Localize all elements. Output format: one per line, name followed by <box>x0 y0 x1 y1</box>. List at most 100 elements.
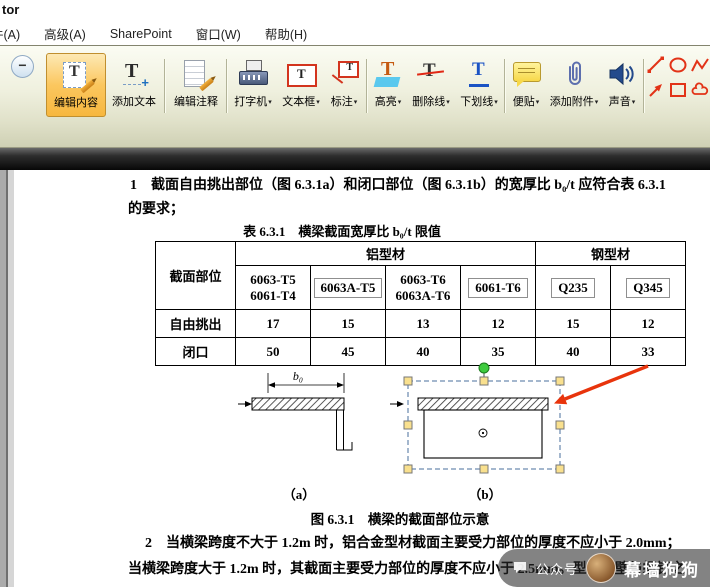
watermark-prefix: 公众号 <box>536 559 578 578</box>
table-cell[interactable]: 17 <box>236 310 311 338</box>
dropdown-arrow-icon: ▾ <box>268 99 272 106</box>
speaker-icon <box>607 61 637 87</box>
dropdown-arrow-icon: ▾ <box>316 99 320 106</box>
paperclip-icon <box>561 59 587 89</box>
menu-sharepoint[interactable]: SharePoint <box>98 27 184 41</box>
tool-highlight[interactable]: T 高亮▾ <box>370 53 406 117</box>
toolbar-separator <box>504 59 505 113</box>
tool-text-box[interactable]: T 文本框▾ <box>278 53 324 117</box>
resize-handle[interactable] <box>480 377 488 385</box>
resize-handle[interactable] <box>404 377 412 385</box>
table-cell[interactable]: 12 <box>611 310 686 338</box>
table-cell[interactable]: Q235 <box>536 266 611 310</box>
dropdown-arrow-icon: ▾ <box>632 99 636 106</box>
table-cell[interactable]: 6061-T6 <box>461 266 536 310</box>
text-box-icon: T <box>286 58 316 90</box>
table-cell[interactable]: 15 <box>536 310 611 338</box>
menu-window[interactable]: 窗口(W) <box>184 24 253 43</box>
dropdown-arrow-icon: ▾ <box>595 99 599 106</box>
toolbar-separator <box>164 59 165 113</box>
figure-b[interactable] <box>390 398 548 458</box>
table-cell[interactable]: 13 <box>386 310 461 338</box>
dropdown-arrow-icon: ▾ <box>354 99 358 106</box>
figure-a[interactable]: b₀ <box>238 369 352 450</box>
figure-b-label[interactable]: （b） <box>445 484 525 503</box>
tool-edit-content[interactable]: T 编辑内容 <box>46 53 106 117</box>
tool-callout[interactable]: T 标注▾ <box>326 53 362 117</box>
callout-icon: T <box>329 58 359 90</box>
app-window: tor 件(A) 高级(A) SharePoint 窗口(W) 帮助(H) − … <box>0 0 710 587</box>
rotate-handle[interactable] <box>479 363 489 373</box>
draw-arrow-tool[interactable] <box>646 80 666 100</box>
figure-caption[interactable]: 图 6.3.1 横梁的截面部位示意 <box>245 508 555 528</box>
menu-advanced[interactable]: 高级(A) <box>32 24 98 43</box>
collapse-toolbar-button[interactable]: − <box>11 55 34 78</box>
pdf-page: 1 截面自由挑出部位（图 6.3.1a）和闭口部位（图 6.3.1b）的宽厚比 … <box>14 170 710 587</box>
highlight-icon: T <box>373 58 403 90</box>
typewriter-icon <box>238 58 268 90</box>
draw-polyline-tool[interactable] <box>690 55 710 75</box>
watermark: 公众号 幕墙狗狗 <box>498 549 710 587</box>
draw-cloud-tool[interactable] <box>690 80 710 100</box>
table-cell[interactable]: 自由挑出 <box>156 310 236 338</box>
tool-edit-annotation[interactable]: 编辑注释 <box>170 53 222 117</box>
window-title: tor <box>2 2 19 17</box>
resize-handle[interactable] <box>556 465 564 473</box>
tool-sound[interactable]: 声音▾ <box>604 53 640 117</box>
underline-icon: T <box>464 58 494 90</box>
dropdown-arrow-icon: ▾ <box>494 99 498 106</box>
table-cell[interactable]: 6063-T5 6061-T4 <box>236 266 311 310</box>
draw-rectangle-tool[interactable] <box>668 80 688 100</box>
dropdown-arrow-icon: ▾ <box>398 99 402 106</box>
dropdown-arrow-icon: ▾ <box>446 99 450 106</box>
tool-underline[interactable]: T 下划线▾ <box>456 53 502 117</box>
menu-bar: 件(A) 高级(A) SharePoint 窗口(W) 帮助(H) <box>0 22 710 46</box>
table-cell[interactable]: 6063A-T5 <box>311 266 386 310</box>
table-cell[interactable]: 12 <box>461 310 536 338</box>
toolbar: − T 编辑内容 T+ 添加文本 编辑注释 打字机▾ <box>0 45 710 148</box>
table-cell[interactable]: 铝型材 <box>236 242 536 266</box>
paragraph-1-line-2[interactable]: 的要求； <box>128 198 184 218</box>
dimension-label: b₀ <box>293 369 303 383</box>
add-text-icon: T+ <box>119 58 149 90</box>
watermark-name: 幕墙狗狗 <box>624 556 700 581</box>
toolbar-separator <box>643 59 644 113</box>
title-bar: tor <box>0 0 710 22</box>
table-cell[interactable]: 15 <box>311 310 386 338</box>
watermark-logo <box>586 553 616 583</box>
paragraph-1-line-1[interactable]: 1 截面自由挑出部位（图 6.3.1a）和闭口部位（图 6.3.1b）的宽厚比 … <box>130 174 666 194</box>
toolbar-separator <box>366 59 367 113</box>
red-arrow-annotation[interactable] <box>554 366 648 404</box>
figure-a-label[interactable]: （a） <box>259 484 339 503</box>
panel-divider <box>0 148 710 170</box>
resize-handle[interactable] <box>556 421 564 429</box>
limit-table: 截面部位 铝型材 钢型材 6063-T5 6061-T4 6063A-T5 60… <box>155 241 686 366</box>
edit-content-icon: T <box>61 59 91 91</box>
tool-typewriter[interactable]: 打字机▾ <box>230 53 276 117</box>
selection-box[interactable] <box>404 363 564 473</box>
resize-handle[interactable] <box>556 377 564 385</box>
toolbar-separator <box>226 59 227 113</box>
menu-file[interactable]: 件(A) <box>0 24 32 43</box>
tool-strikeout[interactable]: T 删除线▾ <box>408 53 454 117</box>
tool-sticky-note[interactable]: 便贴▾ <box>508 53 544 117</box>
draw-tools <box>646 55 710 101</box>
minus-icon: − <box>18 57 26 73</box>
table-cell[interactable]: 闭口 <box>156 338 236 366</box>
table-cell[interactable]: 6063-T6 6063A-T6 <box>386 266 461 310</box>
table-cell[interactable]: 截面部位 <box>156 242 236 310</box>
resize-handle[interactable] <box>404 421 412 429</box>
tool-add-text[interactable]: T+ 添加文本 <box>108 53 160 117</box>
strikeout-icon: T <box>416 58 446 90</box>
resize-handle[interactable] <box>480 465 488 473</box>
table-cell[interactable]: Q345 <box>611 266 686 310</box>
table-caption[interactable]: 表 6.3.1 横梁截面宽厚比 b₀/t 限值 <box>192 221 492 240</box>
menu-help[interactable]: 帮助(H) <box>253 24 319 43</box>
tool-attach-file[interactable]: 添加附件▾ <box>546 53 602 117</box>
draw-oval-tool[interactable] <box>668 55 688 75</box>
edit-annotation-icon <box>181 58 211 90</box>
draw-line-tool[interactable] <box>646 55 666 75</box>
resize-handle[interactable] <box>404 465 412 473</box>
sticky-note-icon <box>511 58 541 90</box>
table-cell[interactable]: 钢型材 <box>536 242 686 266</box>
